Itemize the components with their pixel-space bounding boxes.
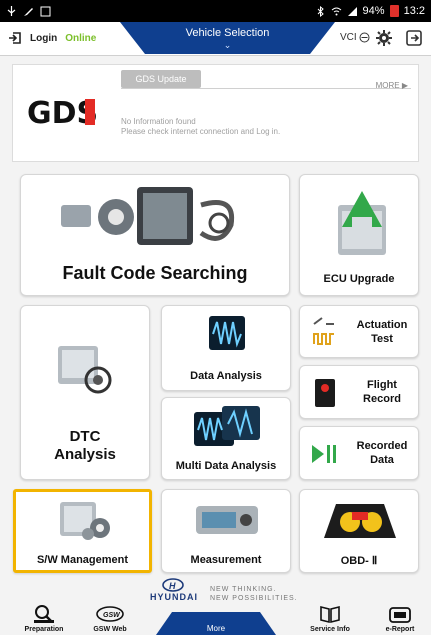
vehicle-selection-tab[interactable]: Vehicle Selection ⌄ (120, 22, 335, 56)
no-information-message: No Information found Please check intern… (121, 117, 280, 137)
ecu-upgrade-icon (338, 191, 386, 255)
hyundai-tagline: NEW THINKING. NEW POSSIBILITIES. (210, 585, 298, 603)
vci-disconnected-icon (359, 32, 370, 43)
sw-management-button[interactable]: S/W Management (13, 489, 152, 573)
obd-ii-icon (324, 504, 396, 538)
ecu-upgrade-label: ECU Upgrade (323, 273, 395, 285)
actuation-test-label: Actuation Test (348, 318, 416, 346)
usb-icon (7, 5, 16, 16)
data-analysis-icon (209, 316, 245, 350)
e-report-icon (389, 607, 411, 623)
bluetooth-icon (317, 5, 324, 17)
recorded-label-line-2: Data (370, 454, 394, 466)
measurement-button[interactable]: Measurement (161, 489, 291, 573)
dtc-analysis-label: DTC Analysis (21, 428, 149, 464)
multi-data-analysis-icon (194, 406, 260, 446)
flight-record-label: Flight Record (348, 378, 416, 406)
message-line-1: No Information found (121, 117, 196, 126)
data-analysis-label: Data Analysis (190, 370, 262, 382)
sw-management-label: S/W Management (36, 554, 129, 566)
status-bar: 94% 13:2 (0, 0, 431, 22)
play-pause-icon (312, 445, 336, 463)
flight-label-line-2: Record (363, 393, 401, 405)
nav-service-info[interactable]: Service Info (300, 604, 360, 633)
vci-label: VCI (340, 32, 357, 43)
gsw-web-icon: GSW (96, 606, 124, 622)
recorded-data-button[interactable]: Recorded Data (299, 426, 419, 480)
clock: 13:2 (403, 5, 425, 17)
actuation-test-icon (313, 317, 334, 345)
vehicle-selection-label: Vehicle Selection (185, 27, 270, 39)
wifi-icon (331, 7, 341, 15)
actuation-label-line-2: Test (371, 333, 393, 345)
dtc-label-line-2: Analysis (54, 446, 116, 463)
more-tab[interactable]: More (156, 612, 276, 635)
dtc-analysis-button[interactable]: DTC Analysis (20, 305, 150, 480)
login-area[interactable]: Login Online (8, 31, 96, 45)
hyundai-logo: H (162, 578, 184, 592)
tagline-line-2: NEW POSSIBILITIES. (210, 595, 298, 602)
nav-e-report-label: e-Report (385, 626, 415, 633)
exit-icon[interactable] (405, 29, 423, 47)
obd-ii-label: OBD- Ⅱ (340, 555, 378, 567)
preparation-icon (34, 605, 54, 623)
actuation-test-button[interactable]: Actuation Test (299, 305, 419, 358)
login-icon[interactable] (8, 31, 22, 45)
dtc-label-line-1: DTC (69, 428, 101, 445)
fault-code-searching-button[interactable]: Fault Code Searching (20, 174, 290, 296)
chevron-down-icon: ⌄ (223, 40, 232, 50)
hyundai-brand: H HYUNDAI NEW THINKING. NEW POSSIBILITIE… (150, 578, 310, 604)
screenshot-icon (40, 6, 51, 16)
svg-text:H: H (169, 581, 176, 591)
hyundai-wordmark: HYUNDAI (150, 592, 199, 602)
settings-icon[interactable] (375, 29, 393, 47)
nav-gsw-web[interactable]: GSW GSW Web (80, 604, 140, 633)
recorded-data-label: Recorded Data (348, 439, 416, 467)
fault-code-illustration (61, 187, 235, 245)
dtc-analysis-icon (58, 346, 112, 394)
recorded-label-line-1: Recorded (356, 440, 408, 452)
news-divider (121, 88, 411, 89)
flight-label-line-1: Flight (367, 379, 397, 391)
nav-e-report[interactable]: e-Report (372, 604, 428, 633)
edit-icon (24, 7, 33, 16)
gds-update-panel: GDS GDS Update MORE ▶ No Information fou… (12, 64, 419, 162)
nav-service-info-label: Service Info (310, 626, 350, 633)
obd-ii-button[interactable]: OBD- Ⅱ (299, 489, 419, 573)
nav-gsw-web-label: GSW Web (93, 626, 127, 633)
nav-preparation[interactable]: Preparation (14, 604, 74, 633)
top-icons (375, 29, 423, 47)
more-link[interactable]: MORE ▶ (376, 81, 408, 90)
message-line-2: Please check internet connection and Log… (121, 127, 281, 136)
online-status: Online (65, 32, 97, 44)
more-tab-label: More (206, 624, 226, 633)
service-info-icon (320, 605, 340, 624)
signal-icon (347, 6, 357, 16)
tagline-line-1: NEW THINKING. (210, 586, 277, 593)
actuation-label-line-1: Actuation (356, 319, 408, 331)
tab-gds-update[interactable]: GDS Update (121, 70, 201, 88)
multi-data-analysis-button[interactable]: Multi Data Analysis (161, 397, 291, 480)
measurement-label: Measurement (190, 554, 262, 566)
top-bar: Login Online Vehicle Selection ⌄ VCI (0, 22, 431, 56)
login-label[interactable]: Login (30, 33, 57, 44)
battery-percent: 94% (362, 5, 385, 17)
fault-code-label: Fault Code Searching (62, 263, 248, 283)
vci-status[interactable]: VCI (340, 32, 370, 43)
multi-data-analysis-label: Multi Data Analysis (175, 460, 277, 472)
flight-record-icon (315, 379, 335, 407)
app-window: 94% 13:2 Login Online Vehicle Selection … (0, 0, 431, 635)
battery-icon (389, 5, 399, 17)
measurement-icon (196, 506, 258, 534)
data-analysis-button[interactable]: Data Analysis (161, 305, 291, 391)
flight-record-button[interactable]: Flight Record (299, 365, 419, 419)
nav-preparation-label: Preparation (24, 626, 64, 633)
sw-management-icon (60, 502, 110, 540)
gds-logo: GDS (27, 96, 98, 129)
svg-text:GSW: GSW (103, 612, 121, 619)
ecu-upgrade-button[interactable]: ECU Upgrade (299, 174, 419, 296)
